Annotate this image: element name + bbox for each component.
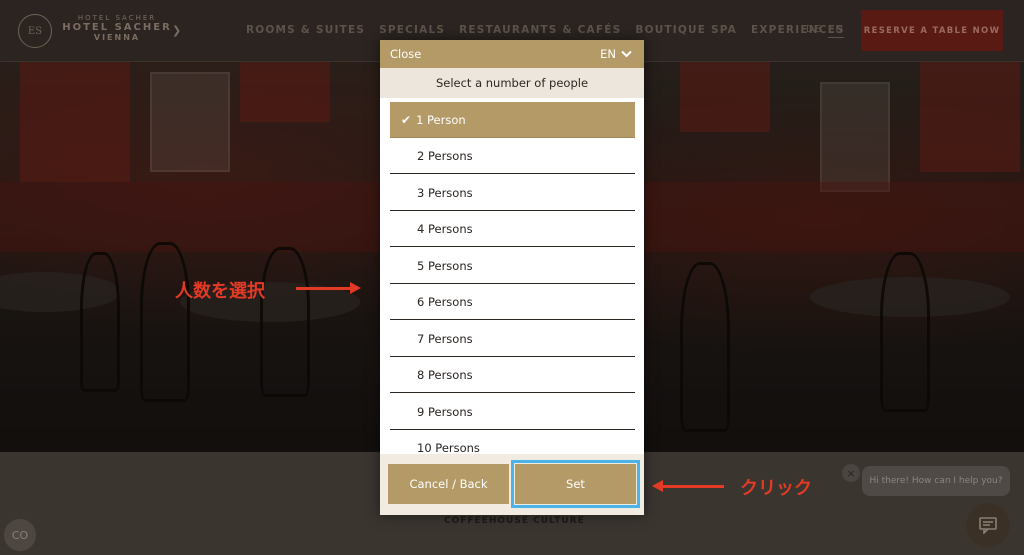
lang-en-link[interactable]: EN	[828, 24, 844, 38]
option-label: 1 Person	[416, 112, 466, 127]
option-label: 3 Persons	[417, 185, 473, 200]
lang-de-link[interactable]: DE	[806, 24, 822, 35]
option-label: 10 Persons	[417, 441, 480, 454]
option-4-persons[interactable]: 4 Persons	[390, 211, 635, 247]
option-label: 8 Persons	[417, 367, 473, 382]
option-7-persons[interactable]: 7 Persons	[390, 321, 635, 357]
option-10-persons[interactable]: 10 Persons	[390, 430, 635, 454]
modal-top-bar: Close EN	[380, 40, 644, 68]
language-toggle[interactable]: EN	[600, 47, 632, 61]
cookie-settings-icon[interactable]: CO	[4, 519, 36, 551]
arrowhead-right-icon	[350, 282, 361, 294]
option-5-persons[interactable]: 5 Persons	[390, 248, 635, 284]
nav-rooms-suites[interactable]: ROOMS & SUITES	[246, 24, 365, 36]
main-nav: ROOMS & SUITES SPECIALS RESTAURANTS & CA…	[246, 24, 845, 36]
option-6-persons[interactable]: 6 Persons	[390, 284, 635, 320]
cancel-back-button[interactable]: Cancel / Back	[388, 464, 509, 504]
option-label: 9 Persons	[417, 404, 473, 419]
hotel-logo[interactable]: HOTEL SACHER HOTEL SACHER VIENNA	[62, 14, 172, 42]
logo-line-2: HOTEL SACHER	[62, 22, 172, 33]
close-icon[interactable]: ×	[842, 464, 860, 482]
annotation-click: クリック	[740, 478, 812, 499]
modal-actions: Cancel / Back Set	[380, 454, 644, 515]
language-label: EN	[600, 47, 616, 61]
option-3-persons[interactable]: 3 Persons	[390, 175, 635, 211]
nav-boutique-spa[interactable]: BOUTIQUE SPA	[635, 24, 737, 36]
annotation-select-people: 人数を選択	[175, 281, 265, 302]
option-9-persons[interactable]: 9 Persons	[390, 394, 635, 430]
option-label: 7 Persons	[417, 331, 473, 346]
chat-icon[interactable]	[966, 503, 1010, 547]
chevron-down-icon[interactable]: ❯	[172, 24, 181, 37]
option-label: 2 Persons	[417, 148, 473, 163]
nav-specials[interactable]: SPECIALS	[379, 24, 445, 36]
option-8-persons[interactable]: 8 Persons	[390, 357, 635, 393]
reserve-table-button[interactable]: RESERVE A TABLE NOW	[861, 10, 1003, 51]
close-link[interactable]: Close	[390, 47, 421, 61]
set-button[interactable]: Set	[511, 460, 640, 508]
logo-line-3: VIENNA	[93, 33, 141, 42]
people-selector-modal: Close EN Select a number of people ✔ 1 P…	[380, 40, 644, 515]
chat-prompt[interactable]: Hi there! How can I help you?	[862, 466, 1010, 496]
people-options-list[interactable]: ✔ 1 Person 2 Persons 3 Persons 4 Persons…	[380, 98, 644, 454]
nav-restaurants-cafes[interactable]: RESTAURANTS & CAFÉS	[459, 24, 621, 36]
logo-line-1: HOTEL SACHER	[77, 14, 157, 22]
annotation-arrow-left	[662, 485, 724, 488]
option-1-person[interactable]: ✔ 1 Person	[390, 102, 635, 138]
modal-subtitle: Select a number of people	[380, 68, 644, 98]
option-label: 4 Persons	[417, 221, 473, 236]
hotel-logo-emblem[interactable]: ES	[18, 14, 52, 48]
section-label: COFFEEHOUSE CULTURE	[444, 516, 585, 526]
check-icon: ✔	[401, 112, 412, 127]
option-label: 6 Persons	[417, 294, 473, 309]
option-label: 5 Persons	[417, 258, 473, 273]
annotation-arrow-right	[296, 287, 352, 290]
option-2-persons[interactable]: 2 Persons	[390, 138, 635, 174]
chevron-down-icon	[621, 50, 632, 58]
